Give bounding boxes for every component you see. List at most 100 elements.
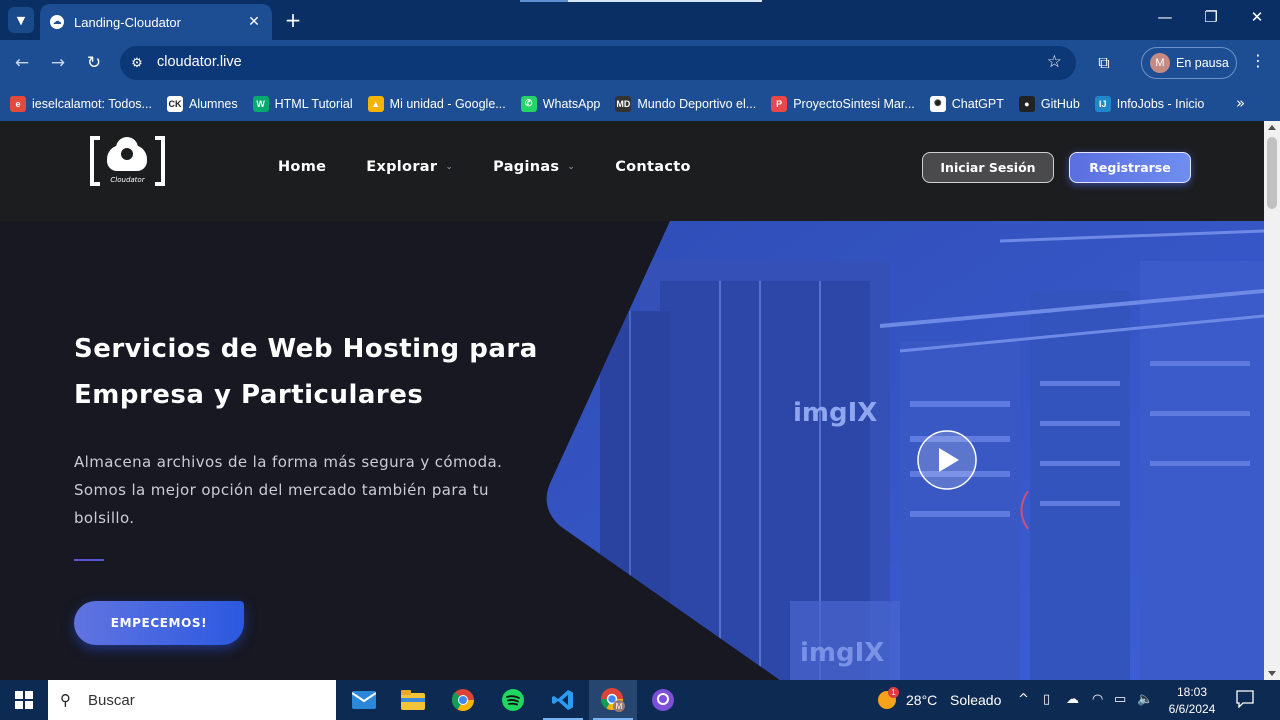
bookmark-favicon-icon: ▲ — [367, 95, 384, 112]
start-button[interactable] — [0, 680, 48, 720]
bookmark-favicon-icon: P — [771, 95, 788, 112]
weather-temp: 28°C — [906, 692, 938, 708]
chrome-icon — [451, 689, 474, 711]
taskbar-vscode-app[interactable] — [539, 680, 587, 720]
taskbar-explorer-app[interactable] — [389, 680, 437, 720]
tab-search-button[interactable]: ▼ — [8, 7, 34, 33]
volume-icon[interactable]: 🔈 — [1137, 692, 1153, 707]
site-settings-icon[interactable]: ⚙ — [128, 54, 146, 72]
bookmark-item[interactable]: P ProyectoSintesi Mar... — [771, 95, 915, 112]
bookmark-label: GitHub — [1040, 96, 1080, 111]
taskbar-search-label: Buscar — [88, 691, 135, 709]
page-scrollbar[interactable] — [1264, 121, 1280, 680]
taskbar-spotify-app[interactable] — [489, 680, 537, 720]
scroll-up-icon[interactable] — [1268, 125, 1276, 130]
bookmark-item[interactable]: CK Alumnes — [166, 95, 238, 112]
get-started-button[interactable]: EMPECEMOS! — [74, 601, 244, 645]
forward-button[interactable]: → — [45, 50, 71, 76]
nav-item-home[interactable]: Home — [278, 159, 326, 175]
battery-icon[interactable]: ▭ — [1114, 692, 1126, 707]
register-button[interactable]: Registrarse — [1069, 152, 1191, 183]
browser-menu-button[interactable]: ⋮ — [1248, 51, 1268, 70]
bookmark-item[interactable]: W HTML Tutorial — [252, 95, 353, 112]
bookmark-item[interactable]: ✺ ChatGPT — [929, 95, 1004, 112]
active-tab[interactable]: ☁ Landing-Cloudator ✕ — [40, 4, 272, 40]
bookmark-item[interactable]: ✆ WhatsApp — [520, 95, 601, 112]
bookmark-label: ChatGPT — [951, 96, 1004, 111]
browser-tab-bar: ▼ ☁ Landing-Cloudator ✕ + — ❐ ✕ — [0, 0, 1280, 40]
extensions-button[interactable]: ⧉ — [1092, 51, 1116, 75]
chevron-down-icon: ⌄ — [445, 162, 454, 172]
reload-icon: ↻ — [86, 53, 102, 73]
address-bar[interactable]: ⚙ cloudator.live ☆ — [120, 46, 1076, 80]
tab-favicon-icon: ☁ — [50, 15, 64, 29]
minimize-window-button[interactable]: — — [1150, 8, 1180, 26]
page-loading-bar — [520, 0, 762, 2]
bookmark-item[interactable]: IJ InfoJobs - Inicio — [1094, 95, 1205, 112]
new-tab-button[interactable]: + — [283, 8, 303, 32]
login-button[interactable]: Iniciar Sesión — [922, 152, 1054, 183]
nav-item-contacto[interactable]: Contacto — [615, 159, 691, 175]
bookmark-label: Mundo Deportivo el... — [637, 96, 757, 111]
close-window-button[interactable]: ✕ — [1242, 8, 1272, 26]
chrome-profile-initial: M — [616, 702, 623, 711]
scroll-down-icon[interactable] — [1268, 671, 1276, 676]
nav-item-paginas[interactable]: Paginas ⌄ — [493, 159, 575, 175]
bookmark-favicon-icon: MD — [615, 95, 632, 112]
taskbar-github-app[interactable] — [639, 680, 687, 720]
nav-item-label: Home — [278, 159, 327, 175]
taskbar-chrome-app[interactable] — [439, 680, 487, 720]
nav-item-explorar[interactable]: Explorar ⌄ — [366, 159, 453, 175]
notification-icon — [1236, 690, 1254, 709]
vscode-icon — [552, 690, 573, 710]
close-tab-icon[interactable]: ✕ — [246, 14, 262, 30]
taskbar-search[interactable]: ⚲ Buscar — [48, 680, 336, 720]
hero-title: Servicios de Web Hosting para Empresa y … — [74, 334, 538, 410]
puzzle-icon: ⧉ — [1098, 53, 1110, 72]
windows-logo-icon — [15, 691, 33, 709]
profile-status-label: En pausa — [1176, 56, 1229, 70]
hero-image-logo-bottom: imgIX — [800, 638, 884, 668]
site-logo[interactable]: Cloudator — [90, 136, 165, 188]
bookmark-item[interactable]: ● GitHub — [1018, 95, 1080, 112]
hero-section: imgIX imgIX Servicios de Web Hosting par… — [0, 221, 1264, 680]
arrow-left-icon: ← — [14, 53, 30, 73]
notifications-button[interactable] — [1236, 690, 1256, 710]
url-text[interactable]: cloudator.live — [157, 54, 242, 70]
hero-divider — [74, 559, 104, 561]
bookmark-favicon-icon: W — [252, 95, 269, 112]
profile-button[interactable]: M En pausa — [1141, 47, 1237, 79]
nav-item-label: Explorar — [366, 159, 438, 175]
back-button[interactable]: ← — [9, 50, 35, 76]
bookmark-item[interactable]: MD Mundo Deportivo el... — [615, 95, 757, 112]
bookmark-label: Mi unidad - Google... — [389, 96, 506, 111]
clock[interactable]: 18:03 6/6/2024 — [1162, 683, 1222, 717]
bookmark-label: InfoJobs - Inicio — [1116, 96, 1205, 111]
bookmark-label: Alumnes — [188, 96, 238, 111]
reload-button[interactable]: ↻ — [81, 50, 107, 76]
bookmarks-bar: e ieselcalamot: Todos... CK Alumnes W HTML Tu… — [0, 86, 1280, 121]
bookmark-item[interactable]: e ieselcalamot: Todos... — [10, 95, 152, 112]
onedrive-cloud-icon[interactable]: ☁ — [1066, 692, 1079, 707]
bookmark-label: WhatsApp — [542, 96, 601, 111]
chevron-up-icon[interactable]: ^ — [1018, 692, 1029, 707]
windows-taskbar: ⚲ Buscar M 1 28°C Soleado ^ ▯ ☁ ◠ ▭ 🔈 18… — [0, 680, 1280, 720]
bookmark-favicon-icon: ✆ — [520, 95, 537, 112]
bookmark-star-icon[interactable]: ☆ — [1047, 52, 1062, 72]
logo-text: Cloudator — [110, 176, 145, 184]
scroll-thumb[interactable] — [1267, 137, 1277, 209]
site-header: Cloudator Home Explorar ⌄ Paginas ⌄ Contacto … — [0, 121, 1264, 221]
weather-widget[interactable]: 1 28°C Soleado — [874, 680, 1004, 720]
meet-now-icon[interactable]: ▯ — [1043, 692, 1050, 707]
main-nav: Home Explorar ⌄ Paginas ⌄ Contacto — [278, 159, 731, 175]
restore-window-button[interactable]: ❐ — [1196, 8, 1226, 26]
bookmark-item[interactable]: ▲ Mi unidad - Google... — [367, 95, 506, 112]
bookmarks-overflow-icon[interactable]: » — [1236, 94, 1245, 112]
nav-item-label: Contacto — [615, 159, 691, 175]
taskbar-mail-app[interactable] — [340, 680, 388, 720]
hero-image-logo: imgIX — [793, 398, 877, 428]
wifi-icon[interactable]: ◠ — [1092, 692, 1103, 707]
taskbar-chrome-profile-app[interactable]: M — [589, 680, 637, 720]
weather-badge: 1 — [888, 687, 899, 698]
spotify-icon — [502, 689, 524, 711]
